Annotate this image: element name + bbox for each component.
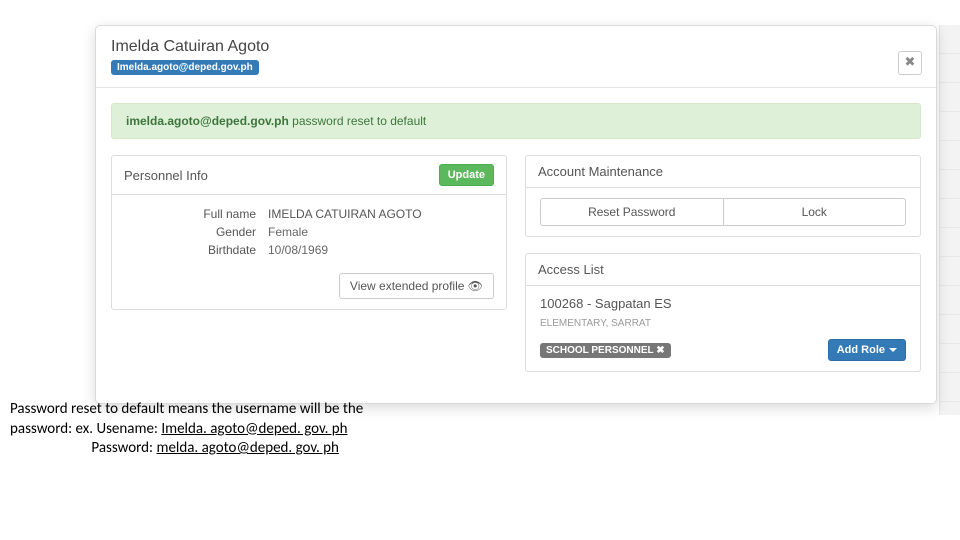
gender-label: Gender <box>126 223 256 241</box>
add-role-button[interactable]: Add Role <box>828 339 906 361</box>
modal-close-button[interactable]: ✖ <box>898 51 922 75</box>
caption-line2a: password: ex. Usename: <box>10 420 161 438</box>
access-list-panel: Access List 100268 - Sagpatan ES ELEMENT… <box>525 253 921 372</box>
modal-title: Imelda Catuiran Agoto <box>111 38 921 56</box>
alert-text: password reset to default <box>289 114 426 128</box>
caret-down-icon <box>889 348 897 352</box>
panel-title: Access List <box>538 262 604 277</box>
background-list-strip <box>939 25 960 415</box>
reset-password-button[interactable]: Reset Password <box>541 199 723 225</box>
birthdate-label: Birthdate <box>126 241 256 259</box>
explainer-caption: Password reset to default means the user… <box>10 400 490 459</box>
modal-header: Imelda Catuiran Agoto Imelda.agoto@deped… <box>96 26 936 88</box>
role-badge[interactable]: SCHOOL PERSONNEL ✖ <box>540 343 671 358</box>
caption-line1: Password reset to default means the user… <box>10 400 363 418</box>
account-maintenance-panel: Account Maintenance Reset Password Lock <box>525 155 921 237</box>
view-extended-profile-button[interactable]: View extended profile 👁 <box>339 273 494 299</box>
personnel-info-panel: Personnel Info Update Full name Gender B… <box>111 155 507 310</box>
update-button[interactable]: Update <box>439 164 494 186</box>
account-button-group: Reset Password Lock <box>540 198 906 226</box>
lock-button[interactable]: Lock <box>723 199 906 225</box>
caption-line3a: Password: <box>10 439 156 457</box>
alert-email: imelda.agoto@deped.gov.ph <box>126 114 289 128</box>
gender-value: Female <box>268 223 422 241</box>
access-school: 100268 - Sagpatan ES <box>540 296 906 311</box>
birthdate-value: 10/08/1969 <box>268 241 422 259</box>
fullname-value: IMELDA CATUIRAN AGOTO <box>268 205 422 223</box>
caption-username-link: Imelda. agoto@deped. gov. ph <box>161 420 347 438</box>
user-modal: Imelda Catuiran Agoto Imelda.agoto@deped… <box>95 25 937 404</box>
success-alert: imelda.agoto@deped.gov.ph password reset… <box>111 103 921 139</box>
access-sub: ELEMENTARY, SARRAT <box>540 318 651 329</box>
add-role-label: Add Role <box>837 344 885 356</box>
modal-body: imelda.agoto@deped.gov.ph password reset… <box>96 88 936 403</box>
panel-title: Personnel Info <box>124 168 208 183</box>
fullname-label: Full name <box>126 205 256 223</box>
panel-title: Account Maintenance <box>538 164 663 179</box>
email-tag: Imelda.agoto@deped.gov.ph <box>111 60 259 75</box>
caption-password-link: melda. agoto@deped. gov. ph <box>156 439 338 457</box>
